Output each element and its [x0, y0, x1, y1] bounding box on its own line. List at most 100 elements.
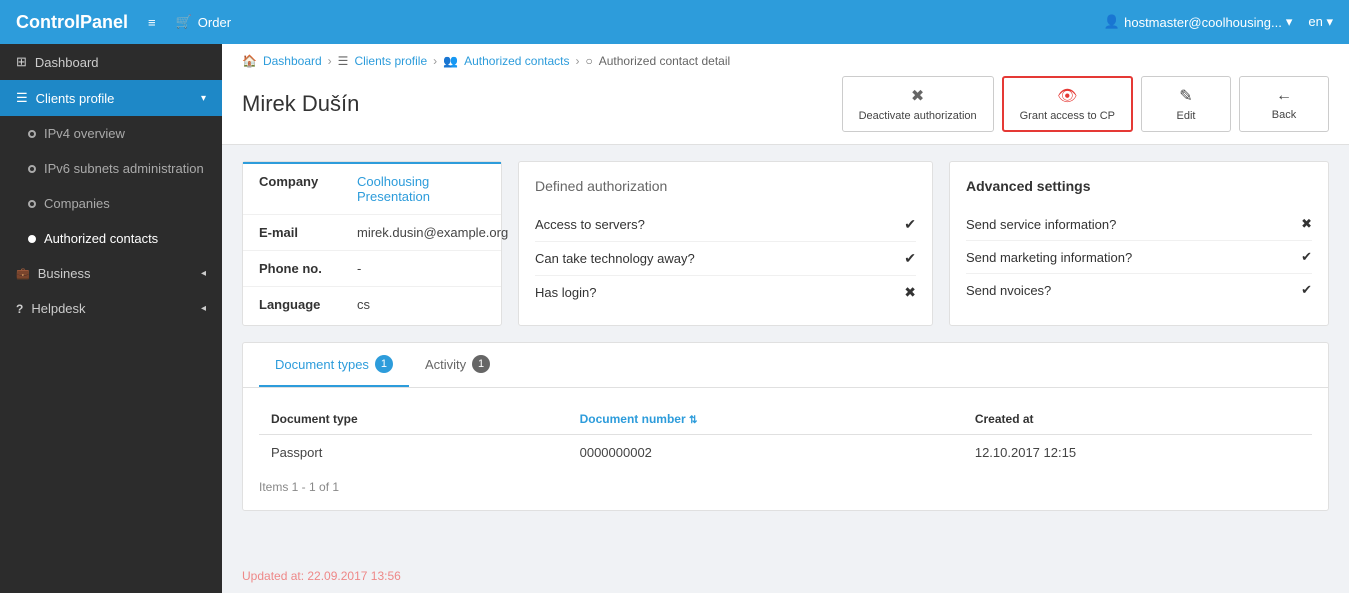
breadcrumb-sep-1: ›	[328, 54, 332, 68]
layout: ⊞ Dashboard ☰ Clients profile ▾ IPv4 ove…	[0, 44, 1349, 593]
clients-profile-chevron-icon: ▾	[201, 93, 206, 104]
col-created-at: Created at	[963, 404, 1312, 435]
page-title: Mirek Dušín	[242, 91, 359, 117]
adv-marketing-check: ✔	[1301, 249, 1312, 265]
auth-row-technology: Can take technology away? ✔	[535, 242, 916, 276]
grant-access-icon: 👁	[1057, 86, 1077, 106]
auth-servers-check: ✔	[904, 216, 916, 233]
breadcrumb-sep-2: ›	[433, 54, 437, 68]
deactivate-label: Deactivate authorization	[859, 110, 977, 122]
sidebar-item-authorized-contacts[interactable]: Authorized contacts	[0, 221, 222, 256]
info-row-email: E-mail mirek.dusin@example.org	[243, 215, 501, 251]
sort-icon: ⇅	[689, 415, 697, 426]
menu-toggle[interactable]: ≡	[148, 15, 156, 30]
language-switcher[interactable]: en ▾	[1308, 14, 1333, 30]
auth-technology-label: Can take technology away?	[535, 251, 695, 266]
phone-label: Phone no.	[259, 261, 349, 276]
table-header-row: Document type Document number ⇅ Created …	[259, 404, 1312, 435]
adv-invoices-check: ✔	[1301, 282, 1312, 298]
user-menu[interactable]: 👤 hostmaster@coolhousing... ▾	[1104, 14, 1292, 30]
language-value: cs	[357, 297, 370, 312]
tab-document-types[interactable]: Document types 1	[259, 343, 409, 387]
sidebar-item-dashboard[interactable]: ⊞ Dashboard	[0, 44, 222, 80]
auth-login-check: ✖	[904, 284, 916, 301]
table-row: Passport 0000000002 12.10.2017 12:15	[259, 435, 1312, 471]
advanced-settings-card: Advanced settings Send service informati…	[949, 161, 1329, 326]
language-label: Language	[259, 297, 349, 312]
adv-row-invoices: Send nvoices? ✔	[966, 274, 1312, 306]
helpdesk-icon: ?	[16, 302, 23, 316]
defined-auth-title: Defined authorization	[535, 178, 916, 194]
documents-table: Document type Document number ⇅ Created …	[259, 404, 1312, 470]
business-icon: 💼	[16, 267, 30, 280]
deactivate-button[interactable]: ✖ Deactivate authorization	[842, 76, 994, 132]
cell-doc-type: Passport	[259, 435, 568, 471]
sidebar-item-ipv6[interactable]: IPv6 subnets administration	[0, 151, 222, 186]
auth-technology-check: ✔	[904, 250, 916, 267]
grant-access-button[interactable]: 👁 Grant access to CP	[1002, 76, 1133, 132]
edit-button[interactable]: ✎ Edit	[1141, 76, 1231, 132]
sidebar-item-clients-profile[interactable]: ☰ Clients profile ▾	[0, 80, 222, 116]
grant-access-label: Grant access to CP	[1020, 110, 1115, 122]
user-icon: 👤	[1104, 14, 1120, 30]
back-label: Back	[1272, 109, 1296, 121]
order-link[interactable]: 🛒 Order	[176, 14, 231, 30]
cell-created-at: 12.10.2017 12:15	[963, 435, 1312, 471]
breadcrumb-home-icon: 🏠	[242, 54, 257, 68]
clients-profile-icon: ☰	[16, 90, 28, 106]
business-chevron-icon: ◂	[201, 268, 206, 279]
tab-document-types-badge: 1	[375, 355, 393, 373]
email-label: E-mail	[259, 225, 349, 240]
tab-activity-badge: 1	[472, 355, 490, 373]
sidebar: ⊞ Dashboard ☰ Clients profile ▾ IPv4 ove…	[0, 44, 222, 593]
sidebar-item-ipv4[interactable]: IPv4 overview	[0, 116, 222, 151]
company-label: Company	[259, 174, 349, 189]
sidebar-item-companies[interactable]: Companies	[0, 186, 222, 221]
defined-auth-card: Defined authorization Access to servers?…	[518, 161, 933, 326]
adv-marketing-label: Send marketing information?	[966, 250, 1132, 265]
main-content: 🏠 Dashboard › ☰ Clients profile › 👥 Auth…	[222, 44, 1349, 593]
adv-invoices-label: Send nvoices?	[966, 283, 1051, 298]
auth-row-login: Has login? ✖	[535, 276, 916, 309]
auth-row-servers: Access to servers? ✔	[535, 208, 916, 242]
top-nav: ControlPanel ≡ 🛒 Order 👤 hostmaster@cool…	[0, 0, 1349, 44]
hamburger-icon: ≡	[148, 15, 156, 30]
back-button[interactable]: ← Back	[1239, 76, 1329, 132]
info-row-company: Company Coolhousing Presentation	[243, 164, 501, 215]
tabs-header: Document types 1 Activity 1	[243, 343, 1328, 388]
col-doc-type: Document type	[259, 404, 568, 435]
tabs-content: Document type Document number ⇅ Created …	[243, 388, 1328, 510]
helpdesk-chevron-icon: ◂	[201, 303, 206, 314]
edit-icon: ✎	[1179, 86, 1192, 106]
email-value: mirek.dusin@example.org	[357, 225, 508, 240]
info-row-language: Language cs	[243, 287, 501, 322]
breadcrumb-dashboard[interactable]: Dashboard	[263, 54, 322, 68]
adv-service-check: ✖	[1301, 216, 1312, 232]
adv-row-marketing: Send marketing information? ✔	[966, 241, 1312, 274]
deactivate-icon: ✖	[911, 86, 924, 106]
header-row: Mirek Dušín ✖ Deactivate authorization 👁…	[242, 76, 1329, 132]
col-doc-number[interactable]: Document number ⇅	[568, 404, 963, 435]
company-value[interactable]: Coolhousing Presentation	[357, 174, 485, 204]
top-nav-right: 👤 hostmaster@coolhousing... ▾ en ▾	[1104, 14, 1333, 30]
header-actions: ✖ Deactivate authorization 👁 Grant acces…	[842, 76, 1329, 132]
content-grid: Company Coolhousing Presentation E-mail …	[242, 161, 1329, 326]
sidebar-item-business[interactable]: 💼 Business ◂	[0, 256, 222, 291]
back-icon: ←	[1276, 87, 1292, 105]
ipv4-dot-icon	[28, 130, 36, 138]
auth-login-label: Has login?	[535, 285, 596, 300]
breadcrumb-authorized-contacts[interactable]: Authorized contacts	[464, 54, 569, 68]
sidebar-item-helpdesk[interactable]: ? Helpdesk ◂	[0, 291, 222, 326]
table-meta: Items 1 - 1 of 1	[259, 470, 1312, 494]
tab-activity[interactable]: Activity 1	[409, 343, 506, 387]
breadcrumb-current: Authorized contact detail	[599, 54, 730, 68]
phone-value: -	[357, 261, 361, 276]
breadcrumb-clients-profile[interactable]: Clients profile	[354, 54, 427, 68]
breadcrumb-sep-3: ›	[576, 54, 580, 68]
adv-service-label: Send service information?	[966, 217, 1116, 232]
adv-row-service: Send service information? ✖	[966, 208, 1312, 241]
breadcrumb: 🏠 Dashboard › ☰ Clients profile › 👥 Auth…	[242, 54, 1329, 68]
breadcrumb-contacts-icon: 👥	[443, 54, 458, 68]
tabs-section: Document types 1 Activity 1 Document ty	[242, 342, 1329, 511]
edit-label: Edit	[1177, 110, 1196, 122]
